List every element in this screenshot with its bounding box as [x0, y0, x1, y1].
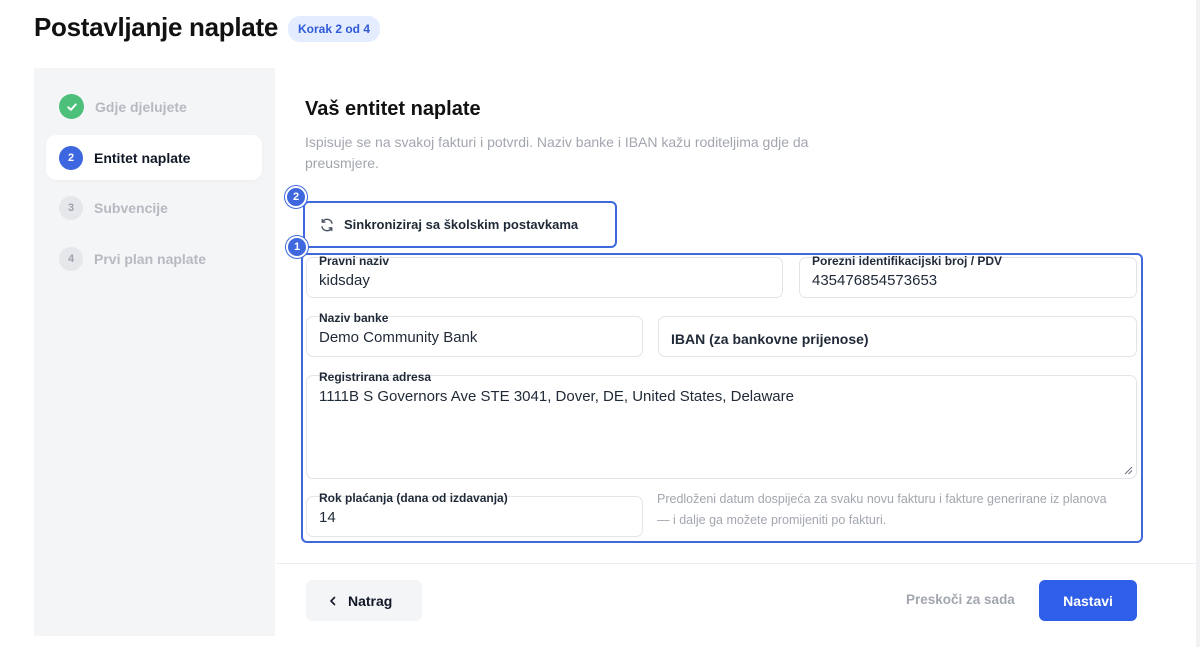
- section-title: Vaš entitet naplate: [305, 98, 481, 120]
- sync-highlight: Sinkroniziraj sa školskim postavkama: [303, 201, 617, 248]
- payment-term-label: Rok plaćanja (dana od izdavanja): [319, 491, 508, 505]
- bank-name-field[interactable]: Naziv banke Demo Community Bank: [306, 311, 643, 357]
- step-label: Entitet naplate: [94, 149, 191, 166]
- steps-sidebar: Gdje djelujete 2 Entitet naplate 3 Subve…: [34, 68, 275, 636]
- billing-entity-form: Pravni naziv kidsday Porezni identifikac…: [301, 253, 1143, 543]
- registered-address-value: 1111B S Governors Ave STE 3041, Dover, D…: [319, 388, 794, 405]
- page-header: Postavljanje naplate Korak 2 od 4: [34, 10, 381, 43]
- step-number: 2: [59, 145, 83, 170]
- back-button[interactable]: Natrag: [306, 580, 422, 621]
- tax-id-field[interactable]: Porezni identifikacijski broj / PDV 4354…: [799, 254, 1137, 298]
- registered-address-label: Registrirana adresa: [319, 370, 432, 384]
- legal-name-field[interactable]: Pravni naziv kidsday: [306, 254, 783, 298]
- check-icon: [66, 102, 77, 111]
- continue-button[interactable]: Nastavi: [1039, 580, 1137, 621]
- main-panel: Vaš entitet naplate Ispisuje se na svako…: [276, 68, 1196, 648]
- step-label: Gdje djelujete: [95, 98, 187, 115]
- step-label: Prvi plan naplate: [94, 250, 207, 267]
- back-button-label: Natrag: [348, 592, 393, 609]
- sidebar-step-where-you-operate[interactable]: Gdje djelujete: [46, 84, 262, 129]
- footer-divider: [276, 563, 1196, 564]
- bank-name-label: Naziv banke: [319, 311, 389, 325]
- sync-school-settings-button[interactable]: Sinkroniziraj sa školskim postavkama: [309, 207, 611, 242]
- legal-name-value: kidsday: [319, 272, 370, 289]
- section-description: Ispisuje se na svakoj fakturi i potvrdi.…: [305, 134, 809, 171]
- iban-field[interactable]: IBAN (za bankovne prijenose): [658, 316, 1137, 357]
- skip-for-now-link[interactable]: Preskoči za sada: [906, 592, 1015, 607]
- registered-address-textarea[interactable]: Registrirana adresa 1111B S Governors Av…: [306, 370, 1137, 479]
- sidebar-step-billing-entity[interactable]: 2 Entitet naplate: [46, 135, 262, 180]
- iban-placeholder: IBAN (za bankovne prijenose): [671, 331, 869, 347]
- card-border: [1196, 0, 1200, 647]
- bank-name-value: Demo Community Bank: [319, 329, 478, 346]
- payment-term-field[interactable]: Rok plaćanja (dana od izdavanja) 14: [306, 491, 643, 537]
- step-done-badge: [59, 94, 84, 119]
- annotation-marker-1: 1: [286, 236, 308, 258]
- payment-term-value: 14: [319, 509, 336, 526]
- page-title: Postavljanje naplate: [34, 12, 278, 42]
- step-number: 4: [59, 246, 83, 271]
- step-badge: Korak 2 od 4: [287, 15, 381, 42]
- sidebar-step-first-billing-plan[interactable]: 4 Prvi plan naplate: [46, 236, 262, 281]
- chevron-left-icon: [330, 596, 336, 605]
- legal-name-label: Pravni naziv: [319, 254, 390, 268]
- step-label: Subvencije: [94, 199, 168, 216]
- tax-id-value: 435476854573653: [812, 272, 938, 289]
- sync-button-label: Sinkroniziraj sa školskim postavkama: [344, 217, 579, 232]
- payment-term-hint: Predloženi datum dospijeća za svaku novu…: [657, 492, 1107, 527]
- tax-id-label: Porezni identifikacijski broj / PDV: [812, 254, 1003, 268]
- refresh-icon: [321, 218, 333, 231]
- annotation-marker-2: 2: [285, 186, 307, 208]
- resize-handle-icon[interactable]: [1124, 466, 1133, 475]
- step-number: 3: [59, 195, 83, 220]
- sidebar-step-subsidies[interactable]: 3 Subvencije: [46, 185, 262, 230]
